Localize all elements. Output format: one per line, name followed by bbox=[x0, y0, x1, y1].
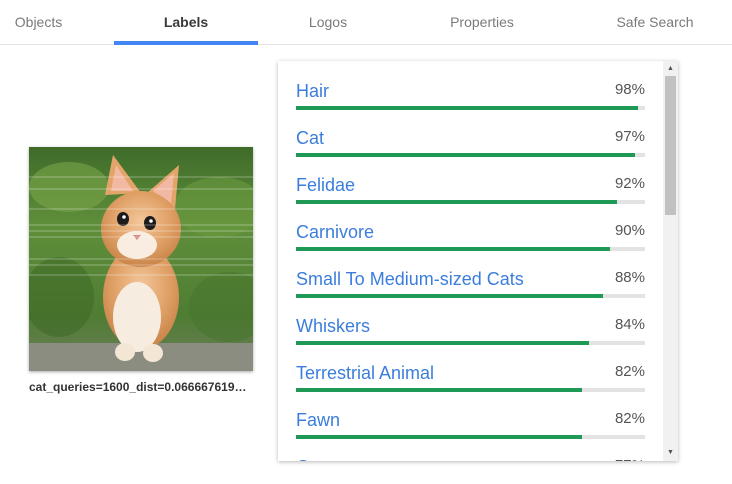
label-row[interactable]: Terrestrial Animal 82% bbox=[296, 343, 645, 392]
active-tab-indicator bbox=[114, 41, 258, 45]
label-row[interactable]: Fawn 82% bbox=[296, 390, 645, 439]
scroll-down-arrow-icon[interactable]: ▼ bbox=[663, 447, 678, 459]
label-name[interactable]: Terrestrial Animal bbox=[296, 363, 434, 384]
label-row[interactable]: Cat 97% bbox=[296, 108, 645, 157]
label-name[interactable]: Felidae bbox=[296, 175, 355, 196]
label-name[interactable]: Small To Medium-sized Cats bbox=[296, 269, 524, 290]
label-confidence: 97% bbox=[614, 128, 645, 145]
tab-properties[interactable]: Properties bbox=[432, 0, 532, 45]
label-row[interactable]: Grass 77% bbox=[296, 437, 645, 461]
label-confidence: 92% bbox=[614, 175, 645, 192]
labels-panel: Hair 98% Cat 97% Felidae 92% Carnivore 90% Small… bbox=[278, 61, 678, 461]
label-name[interactable]: Carnivore bbox=[296, 222, 374, 243]
label-row[interactable]: Hair 98% bbox=[296, 61, 645, 110]
label-confidence: 82% bbox=[614, 363, 645, 380]
label-confidence: 90% bbox=[614, 222, 645, 239]
label-confidence: 88% bbox=[614, 269, 645, 286]
tab-logos[interactable]: Logos bbox=[290, 0, 366, 45]
label-confidence: 98% bbox=[614, 81, 645, 98]
label-confidence: 77% bbox=[615, 457, 645, 461]
label-row[interactable]: Small To Medium-sized Cats 88% bbox=[296, 249, 645, 298]
image-caption: cat_queries=1600_dist=0.0666676190476190 bbox=[29, 380, 247, 394]
tab-labels[interactable]: Labels bbox=[114, 0, 258, 45]
scrollbar[interactable]: ▲ ▼ bbox=[663, 61, 678, 461]
label-row[interactable]: Whiskers 84% bbox=[296, 296, 645, 345]
label-name[interactable]: Hair bbox=[296, 81, 329, 102]
scrollbar-thumb[interactable] bbox=[665, 76, 676, 215]
tab-safe-search[interactable]: Safe Search bbox=[600, 0, 710, 45]
label-row[interactable]: Felidae 92% bbox=[296, 155, 645, 204]
label-name[interactable]: Grass bbox=[296, 457, 344, 461]
cat-photo bbox=[29, 147, 253, 371]
label-name[interactable]: Whiskers bbox=[296, 316, 370, 337]
label-confidence: 84% bbox=[614, 316, 645, 333]
label-name[interactable]: Cat bbox=[296, 128, 324, 149]
label-confidence: 82% bbox=[614, 410, 645, 427]
label-row[interactable]: Carnivore 90% bbox=[296, 202, 645, 251]
scroll-up-arrow-icon[interactable]: ▲ bbox=[663, 63, 678, 75]
tab-bar: Objects Labels Logos Properties Safe Sea… bbox=[0, 0, 732, 45]
tab-objects[interactable]: Objects bbox=[0, 0, 77, 45]
label-name[interactable]: Fawn bbox=[296, 410, 340, 431]
labels-list: Hair 98% Cat 97% Felidae 92% Carnivore 90% Small… bbox=[296, 61, 645, 461]
analyzed-image bbox=[29, 147, 253, 371]
